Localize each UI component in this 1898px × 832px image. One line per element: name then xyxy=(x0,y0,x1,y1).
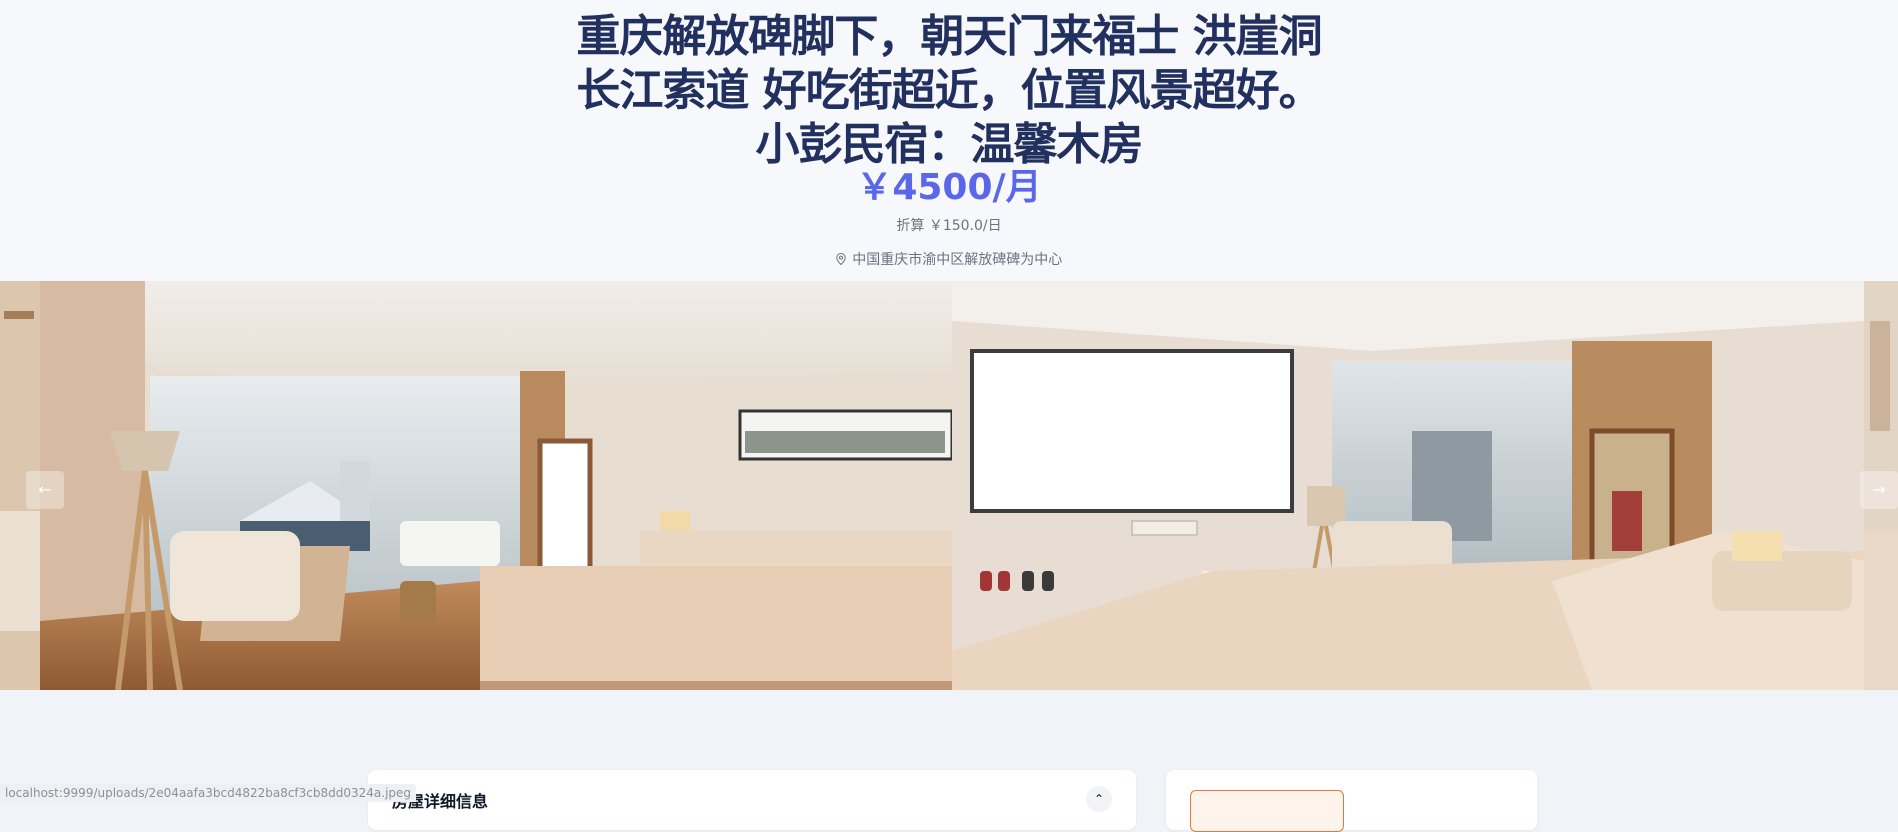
carousel-next-button[interactable]: → xyxy=(1860,471,1898,509)
booking-card xyxy=(1166,770,1537,832)
carousel-photo-bedroom-mirror[interactable] xyxy=(952,281,1864,690)
carousel-prev-button[interactable]: ← xyxy=(26,471,64,509)
arrow-left-icon: ← xyxy=(38,480,52,499)
location-text: 中国重庆市渝中区解放碑碑为中心 xyxy=(852,252,1063,268)
collapse-button[interactable]: ⌃ xyxy=(1086,786,1112,812)
daily-price: 折算 ￥150.0/日 xyxy=(896,218,1002,234)
location: 中国重庆市渝中区解放碑碑为中心 xyxy=(0,249,1898,269)
location-pin-icon xyxy=(836,253,846,265)
photo-carousel[interactable]: ← → xyxy=(0,281,1898,690)
booking-date-selector[interactable] xyxy=(1190,790,1344,832)
status-bar-url: localhost:9999/uploads/2e04aafa3bcd4822b… xyxy=(0,784,417,802)
carousel-photo-bedroom-window[interactable] xyxy=(40,281,952,690)
listing-title: 重庆解放碑脚下，朝天门来福士 洪崖洞 长江索道 好吃街超近，位置风景超好。小彭民… xyxy=(576,11,1322,170)
monthly-price: ￥4500/月 xyxy=(856,167,1042,208)
listing-header: 重庆解放碑脚下，朝天门来福士 洪崖洞 长江索道 好吃街超近，位置风景超好。小彭民… xyxy=(0,0,1898,281)
details-card: 房屋详细信息 ⌃ xyxy=(368,770,1136,830)
chevron-up-icon: ⌃ xyxy=(1093,792,1105,806)
arrow-right-icon: → xyxy=(1872,480,1886,499)
